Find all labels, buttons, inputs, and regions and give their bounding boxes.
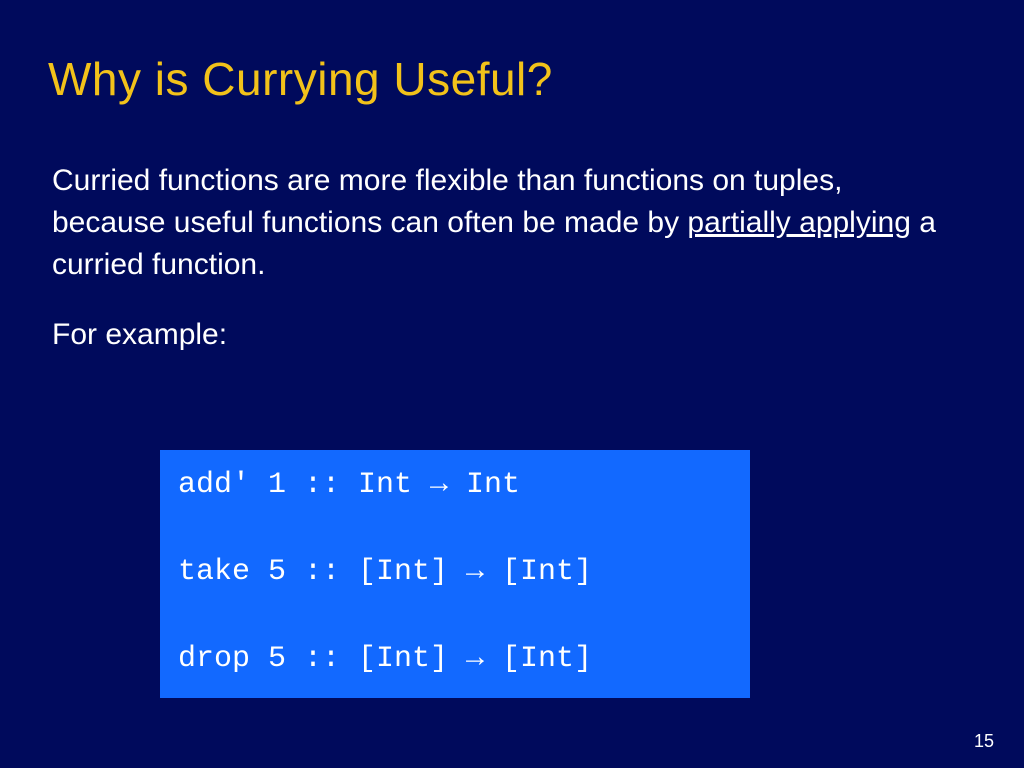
code-line-1: add' 1 :: Int → Int <box>178 468 520 502</box>
page-number: 15 <box>974 731 994 752</box>
paragraph-underlined: partially applying <box>687 206 910 239</box>
code-block: add' 1 :: Int → Int take 5 :: [Int] → [I… <box>160 450 750 698</box>
slide: Why is Currying Useful? Curried function… <box>0 0 1024 768</box>
example-label: For example: <box>52 314 942 356</box>
slide-body: Curried functions are more flexible than… <box>52 160 942 356</box>
slide-title: Why is Currying Useful? <box>48 52 553 106</box>
code-line-3: drop 5 :: [Int] → [Int] <box>178 642 592 676</box>
code-line-2: take 5 :: [Int] → [Int] <box>178 555 592 589</box>
